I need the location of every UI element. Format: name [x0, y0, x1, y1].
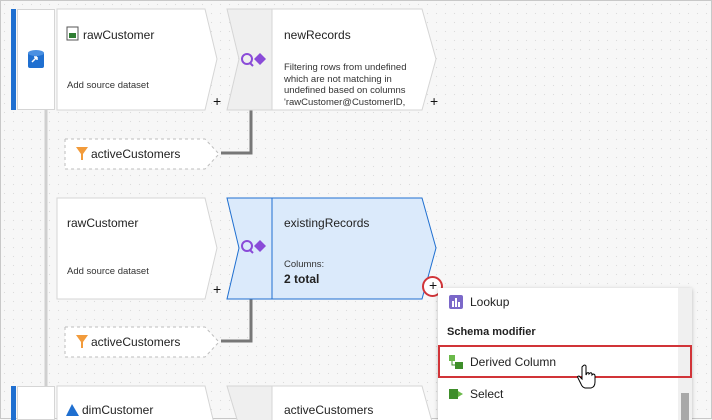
- select-icon: [449, 389, 463, 399]
- row2-transform-title: existingRecords: [284, 216, 370, 230]
- row3-accent-bar: [11, 386, 16, 420]
- filter-icon: [76, 147, 88, 160]
- hand-cursor-icon: [577, 364, 596, 389]
- row2-source-add-button[interactable]: +: [213, 281, 221, 297]
- row1-source-add-button[interactable]: +: [213, 93, 221, 109]
- excel-file-icon: [66, 26, 79, 41]
- row2-source-title: rawCustomer: [67, 216, 139, 230]
- menu-item-lookup-label: Lookup: [470, 295, 510, 309]
- row2-columns-value: 2 total: [284, 272, 320, 286]
- join-icon: [241, 240, 266, 254]
- row3-source-title: dimCustomer: [82, 403, 154, 417]
- row1-transform-desc: Filtering rows from undefined which are …: [284, 62, 407, 109]
- row3-source-icon-tile[interactable]: [17, 386, 55, 420]
- row2-filter-label: activeCustomers: [91, 335, 181, 349]
- row1-source-sub: Add source dataset: [67, 80, 149, 91]
- row1-accent-bar: [11, 9, 16, 110]
- row2-source-sub: Add source dataset: [67, 266, 149, 277]
- filter-icon: [76, 335, 88, 348]
- row2-columns-label: Columns:: [284, 259, 325, 270]
- row2-transform-add-button[interactable]: +: [429, 277, 437, 293]
- derived-column-highlight-box: [438, 345, 692, 378]
- row2-source-node[interactable]: [56, 197, 233, 300]
- row1-source-title: rawCustomer: [83, 28, 155, 42]
- row3-tile[interactable]: [226, 385, 273, 420]
- row1-filter-label: activeCustomers: [91, 147, 181, 161]
- azure-sql-icon: [66, 404, 79, 416]
- menu-item-lookup[interactable]: Lookup: [438, 288, 692, 316]
- row3-transform-title: activeCustomers: [284, 403, 374, 417]
- row1-transform-add-button[interactable]: +: [430, 93, 438, 109]
- menu-scrollbar-thumb[interactable]: [681, 393, 689, 420]
- schema-modifier-header: Schema modifier: [447, 326, 536, 338]
- lookup-icon: [449, 295, 463, 309]
- row1-source-node[interactable]: [56, 8, 233, 111]
- join-icon: [241, 53, 266, 67]
- dataset-source-icon: [28, 50, 44, 68]
- menu-item-select-label: Select: [470, 387, 504, 401]
- row1-source-icon-tile[interactable]: [17, 9, 55, 110]
- menu-item-select[interactable]: Select: [438, 380, 692, 408]
- row1-transform-title: newRecords: [284, 28, 351, 42]
